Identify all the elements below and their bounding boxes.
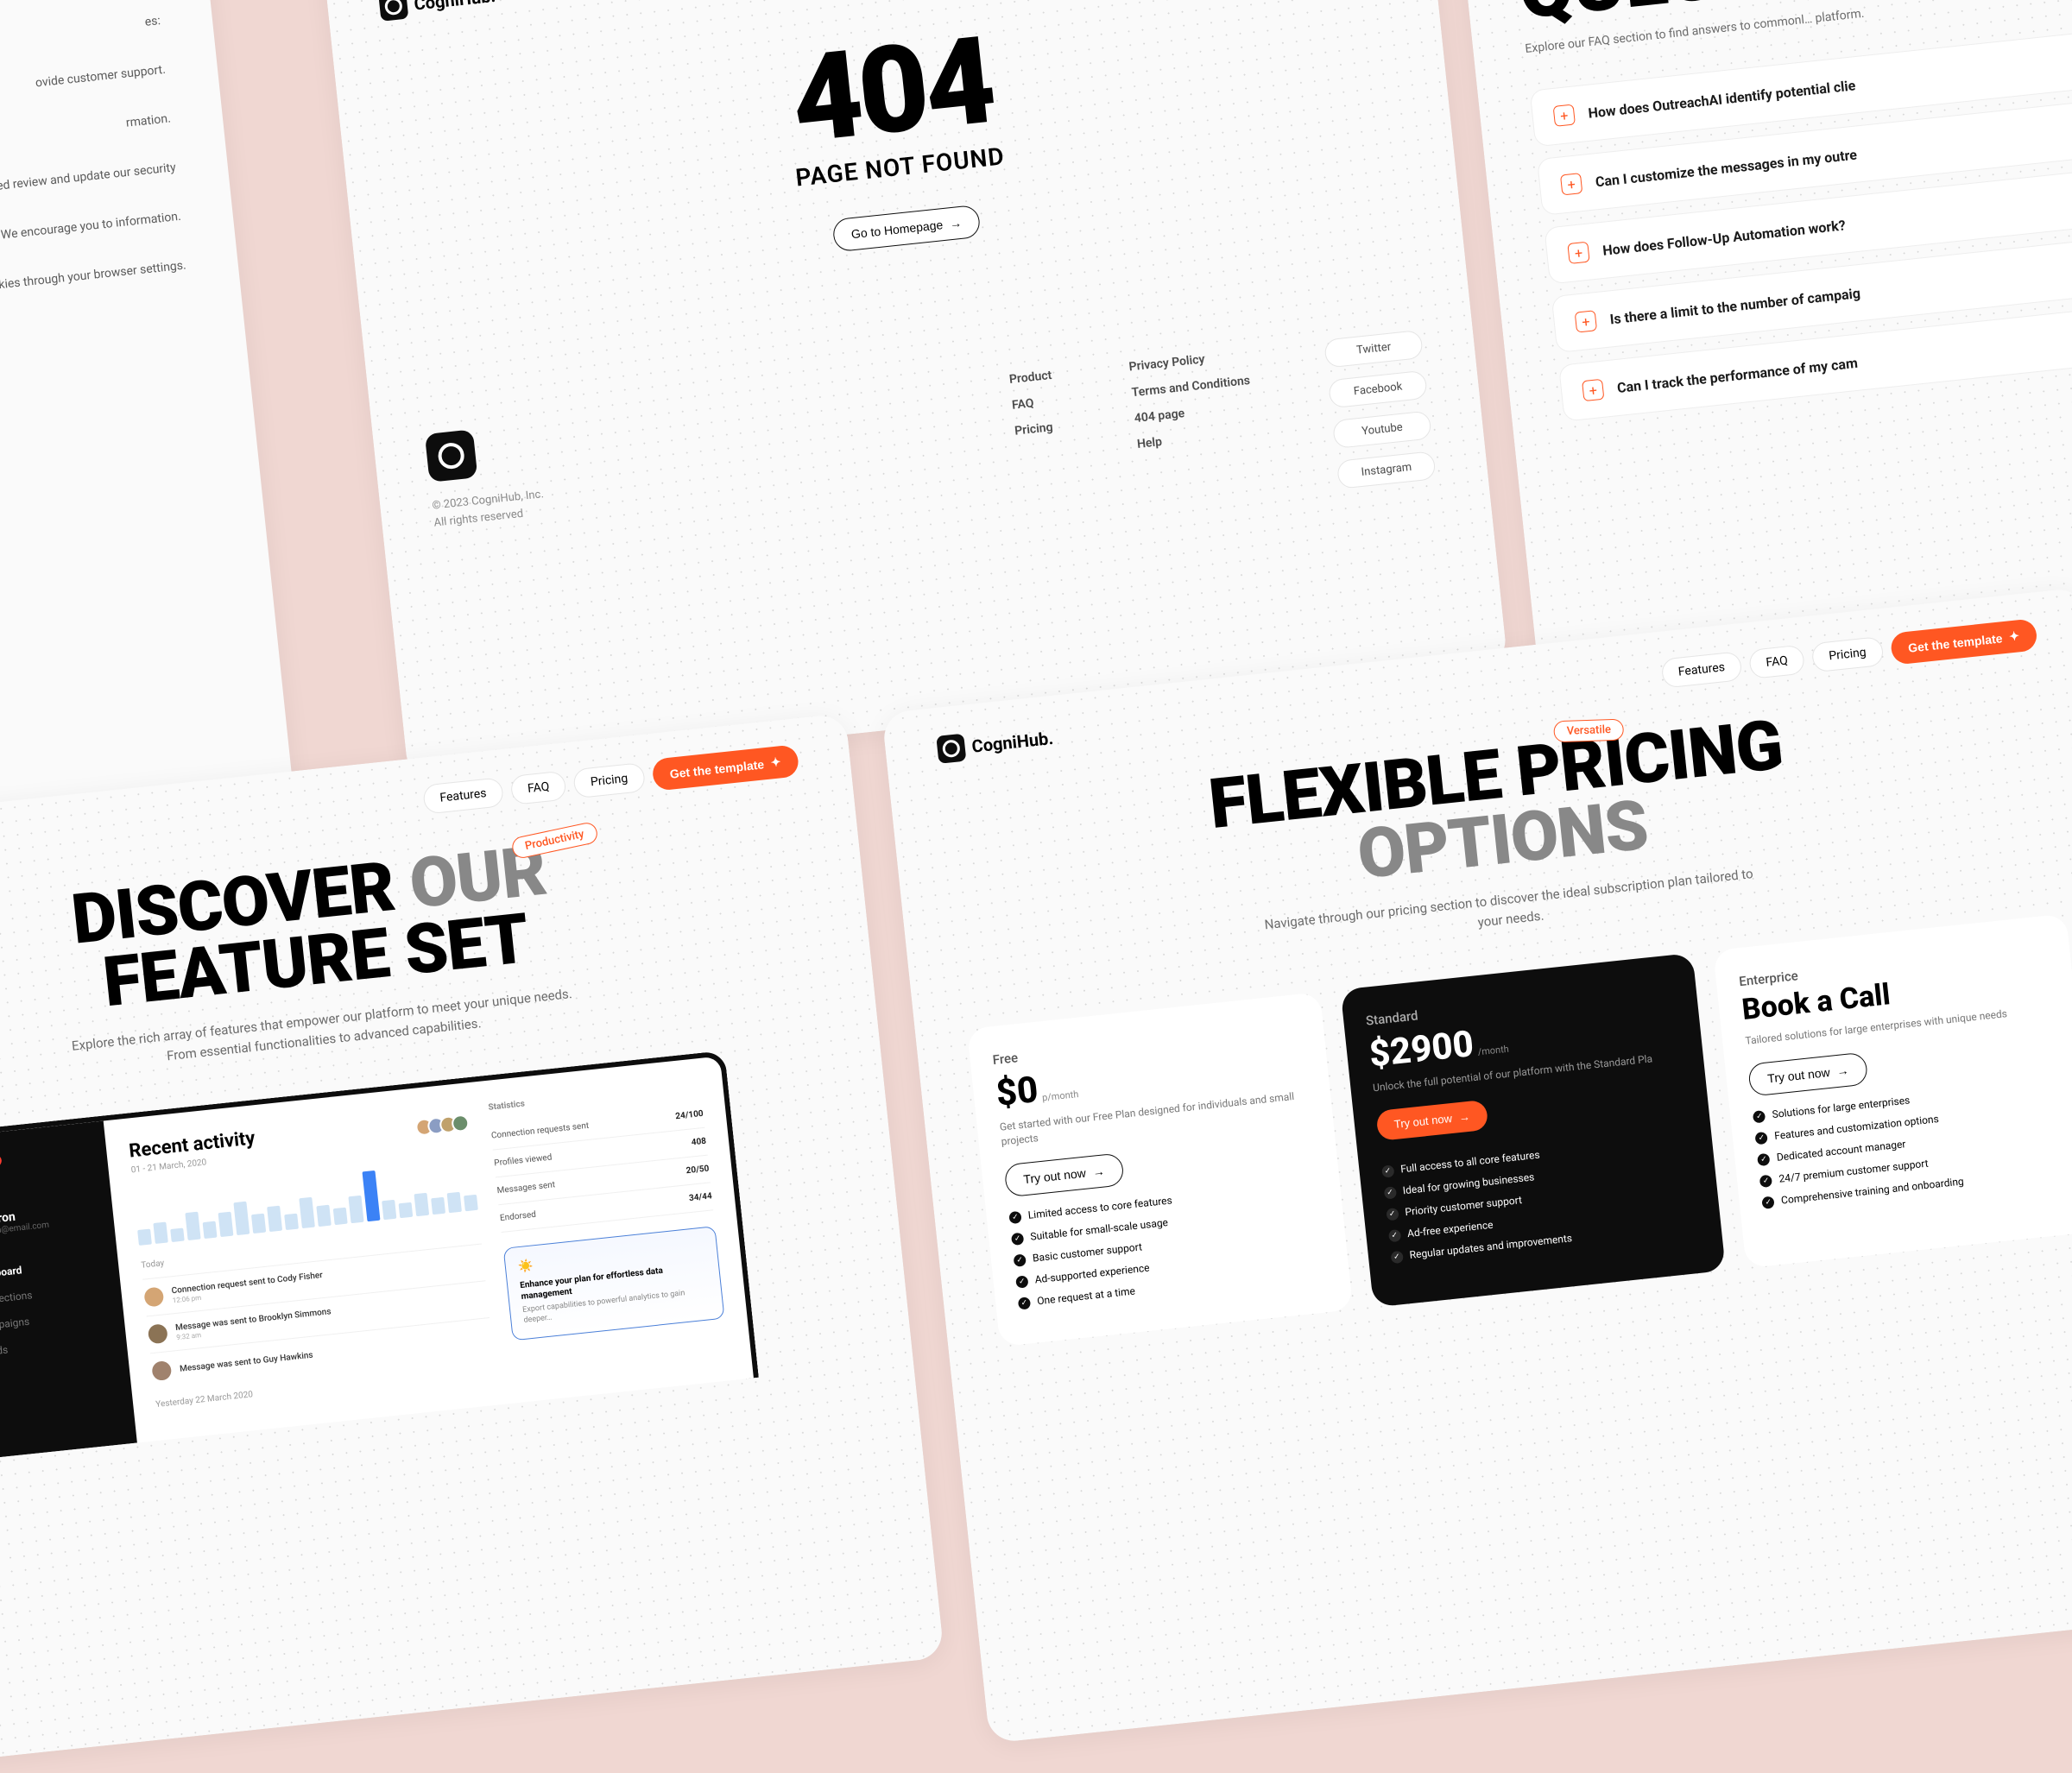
- avatar-icon: [151, 1360, 172, 1381]
- get-template-button[interactable]: Get the template: [651, 744, 799, 792]
- expand-icon: +: [1560, 173, 1582, 195]
- try-now-button[interactable]: Try out now: [1004, 1152, 1125, 1197]
- brand-name: CogniHub.: [970, 727, 1054, 756]
- footer-link[interactable]: Pricing: [1014, 420, 1058, 439]
- social-link[interactable]: Facebook: [1328, 370, 1428, 409]
- plan-enterprise: Enterprice Book a Call Tailored solution…: [1713, 913, 2072, 1267]
- check-icon: ✓: [1381, 1164, 1394, 1177]
- versatile-badge: Versatile: [1553, 719, 1624, 743]
- plan-feature: Solutions for large enterprises: [1772, 1094, 1911, 1120]
- get-template-button[interactable]: Get the template: [1889, 618, 2037, 666]
- footer-link[interactable]: Terms and Conditions: [1131, 374, 1251, 400]
- features-card: CogniHub. Features FAQ Pricing Get the t…: [0, 713, 944, 1773]
- social-link[interactable]: Twitter: [1323, 330, 1424, 369]
- nav-faq[interactable]: FAQ: [1748, 644, 1805, 678]
- footer-link[interactable]: Product: [1008, 369, 1052, 387]
- logo-icon: [378, 0, 408, 22]
- policy-text: to enhance your experience on our kies t…: [0, 256, 187, 379]
- plan-period: p/month: [1041, 1088, 1079, 1103]
- stat-value: 20/50: [685, 1164, 710, 1177]
- brand-name: CogniHub.: [413, 0, 496, 15]
- dashboard-preview: 3 Cameron cameron@email.com Dashboard Co…: [0, 1051, 759, 1461]
- stat-value: 24/100: [675, 1109, 704, 1121]
- plan-feature: Priority customer support: [1405, 1194, 1523, 1218]
- sidebar-item-connections[interactable]: Connections: [0, 1282, 104, 1308]
- plan-feature: Full access to all core features: [1400, 1148, 1541, 1175]
- check-icon: ✓: [1014, 1253, 1027, 1266]
- check-icon: ✓: [1011, 1232, 1024, 1245]
- sidebar-item-dashboard[interactable]: Dashboard: [0, 1256, 101, 1282]
- plan-standard: Standard $2900/month Unlock the full pot…: [1340, 953, 1726, 1307]
- check-icon: ✓: [1390, 1251, 1403, 1264]
- avatar[interactable]: 3: [0, 1158, 2, 1200]
- pricing-card: CogniHub. Features FAQ Pricing Get the t…: [881, 587, 2072, 1744]
- avatar-icon: [143, 1286, 164, 1307]
- expand-icon: +: [1553, 104, 1576, 127]
- plan-feature: Ideal for growing businesses: [1402, 1170, 1535, 1196]
- check-icon: ✓: [1755, 1132, 1768, 1145]
- homepage-button[interactable]: Go to Homepage: [831, 205, 982, 253]
- avatar-icon: [148, 1323, 168, 1344]
- plan-price: $0: [994, 1069, 1039, 1115]
- footer-link[interactable]: Privacy Policy: [1128, 348, 1248, 374]
- stat-value: 408: [691, 1137, 706, 1148]
- faq-question: Can I customize the messages in my outre: [1595, 146, 1858, 190]
- stat-label: Connection requests sent: [490, 1121, 589, 1141]
- plan-feature: One request at a time: [1037, 1284, 1136, 1307]
- sidebar-item-leads[interactable]: Leads: [0, 1333, 110, 1359]
- footer-link[interactable]: 404 page: [1134, 400, 1254, 426]
- check-icon: ✓: [1386, 1208, 1399, 1221]
- expand-icon: +: [1582, 379, 1604, 401]
- error-card: CogniHub. 404 PAGE NOT FOUND Go to Homep…: [322, 0, 1507, 780]
- check-icon: ✓: [1015, 1275, 1028, 1288]
- plan-free: Free $0p/month Get started with our Free…: [967, 992, 1353, 1346]
- stat-label: Messages sent: [496, 1180, 555, 1196]
- upgrade-card[interactable]: ☀️ Enhance your plan for effortless data…: [503, 1226, 725, 1341]
- nav-features[interactable]: Features: [422, 777, 504, 814]
- check-icon: ✓: [1757, 1153, 1770, 1166]
- nav-pricing[interactable]: Pricing: [1811, 635, 1884, 672]
- stat-label: Profiles viewed: [494, 1152, 553, 1168]
- try-now-button[interactable]: Try out now: [1747, 1051, 1868, 1096]
- footer-link[interactable]: Help: [1136, 426, 1256, 451]
- expand-icon: +: [1575, 310, 1597, 332]
- plan-period: /month: [1477, 1044, 1509, 1058]
- plan-price: $2900: [1368, 1023, 1476, 1076]
- check-icon: ✓: [1753, 1110, 1766, 1123]
- stat-value: 34/44: [689, 1191, 713, 1203]
- faq-question: How does OutreachAI identify potential c…: [1588, 77, 1856, 121]
- social-link[interactable]: Instagram: [1336, 451, 1437, 489]
- logo-icon: [936, 733, 966, 763]
- check-icon: ✓: [1759, 1174, 1772, 1187]
- check-icon: ✓: [1383, 1186, 1396, 1199]
- plan-feature: Basic customer support: [1032, 1240, 1142, 1264]
- check-icon: ✓: [1388, 1229, 1401, 1242]
- footer-link[interactable]: FAQ: [1011, 394, 1055, 413]
- plan-feature: Suitable for small-scale usage: [1030, 1216, 1169, 1243]
- faq-question: Is there a limit to the number of campai…: [1609, 285, 1861, 327]
- activity-text: Message was sent to Guy Hawkins: [180, 1349, 314, 1374]
- nav-features[interactable]: Features: [1660, 651, 1742, 688]
- plan-feature: Dedicated account manager: [1776, 1138, 1906, 1164]
- sidebar-item-campaigns[interactable]: Campaigns: [0, 1307, 107, 1333]
- social-link[interactable]: Youtube: [1332, 410, 1432, 449]
- nav-faq[interactable]: FAQ: [509, 770, 566, 804]
- expand-icon: +: [1567, 242, 1589, 264]
- check-icon: ✓: [1008, 1210, 1021, 1223]
- faq-question: Can I track the performance of my cam: [1616, 354, 1859, 395]
- check-icon: ✓: [1762, 1196, 1775, 1208]
- brand-logo[interactable]: CogniHub.: [936, 723, 1054, 763]
- avatar-stack[interactable]: [420, 1114, 471, 1136]
- plan-feature: Ad-supported experience: [1034, 1261, 1150, 1285]
- logo-icon: [425, 429, 478, 483]
- check-icon: ✓: [1018, 1297, 1031, 1309]
- plan-feature: Ad-free experience: [1406, 1219, 1494, 1240]
- notification-badge: 3: [0, 1154, 3, 1167]
- try-now-button[interactable]: Try out now: [1375, 1100, 1488, 1141]
- brand-logo[interactable]: CogniHub.: [378, 0, 496, 22]
- stat-label: Endorsed: [500, 1210, 537, 1223]
- faq-question: How does Follow-Up Automation work?: [1601, 217, 1846, 258]
- nav-pricing[interactable]: Pricing: [572, 761, 645, 798]
